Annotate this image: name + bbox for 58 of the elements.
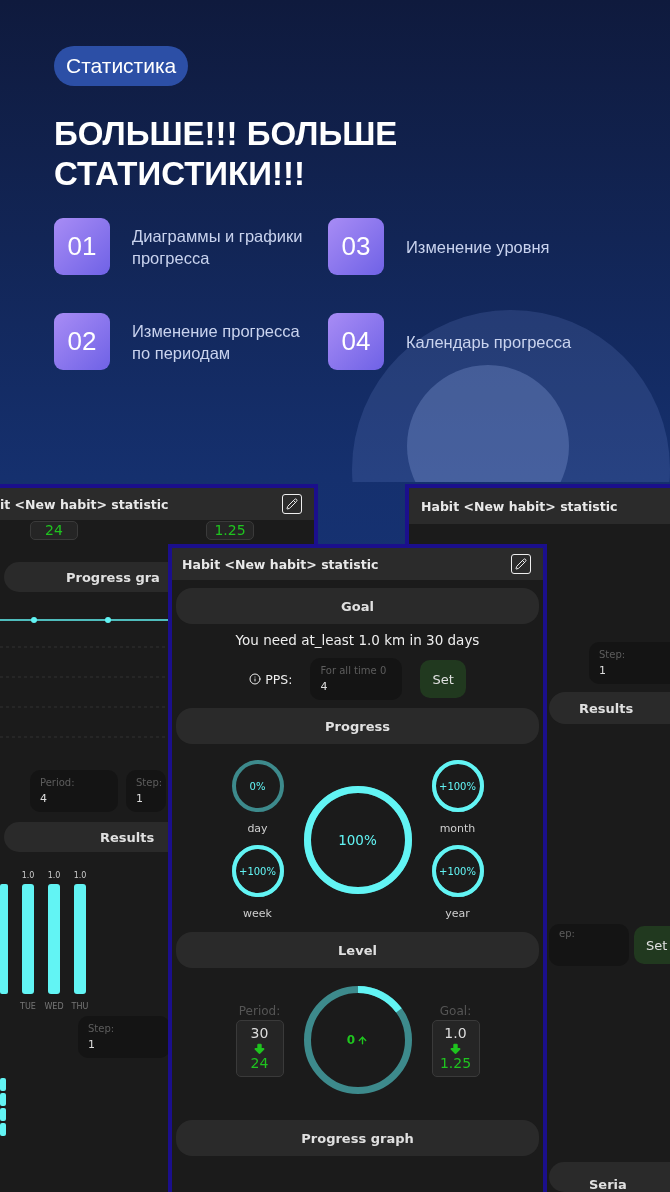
feature-text: Изменение уровня: [406, 236, 551, 258]
feature-text: Изменение прогресса по периодам: [132, 320, 301, 364]
level-value: 0: [346, 1031, 356, 1049]
step-field[interactable]: Step: 1: [589, 642, 670, 684]
feature-text: Календарь прогресса: [406, 331, 573, 353]
ring-value: 0%: [249, 780, 266, 792]
set-button[interactable]: Set: [420, 660, 466, 698]
value-box: 30 24: [235, 1019, 284, 1077]
edit-button[interactable]: [511, 554, 531, 574]
bar-value-label: 1.0: [47, 871, 61, 880]
screen-title: Habit <New habit> statistic: [421, 498, 618, 514]
value-box: 1.0 1.25: [431, 1019, 480, 1077]
section-header: Progress: [176, 708, 539, 744]
feature-number: 01: [54, 218, 110, 275]
bar-value-label: 1.0: [73, 871, 87, 880]
headline: БОЛЬШЕ!!! БОЛЬШЕ СТАТИСТИКИ!!!: [54, 114, 399, 194]
feature-number: 04: [328, 313, 384, 370]
feature-number: 02: [54, 313, 110, 370]
feature-number: 03: [328, 218, 384, 275]
ring-value: +100%: [439, 865, 476, 877]
section-tag: Статистика: [54, 46, 189, 86]
ring-value: 100%: [338, 832, 377, 848]
feature-text: Диаграммы и графики прогресса: [132, 225, 304, 269]
ring-label: year: [445, 907, 470, 920]
ring-value: +100%: [439, 780, 476, 792]
up-arrow-icon: [357, 1034, 369, 1046]
down-arrow-icon: [253, 1041, 266, 1055]
info-icon: [249, 673, 262, 685]
screen-title: it <New habit> statistic: [0, 496, 169, 512]
pps-field[interactable]: For all time 0 4: [310, 658, 403, 700]
set-button[interactable]: Set: [634, 926, 670, 964]
bar-value-label: 1.0: [21, 871, 35, 880]
section-header: Progress graph: [176, 1120, 539, 1156]
ring-value: +100%: [239, 865, 276, 877]
ring-label: day: [247, 822, 268, 835]
axis-label: TUE: [20, 1002, 36, 1011]
section-header: Results: [549, 692, 670, 724]
period-field[interactable]: Period: 4: [30, 770, 118, 812]
ring-label: week: [243, 907, 272, 920]
edit-button[interactable]: [282, 494, 302, 514]
step-field[interactable]: Step: 1: [126, 770, 166, 812]
down-arrow-icon: [449, 1041, 462, 1055]
box-label: Period:: [238, 1003, 281, 1018]
goal-text: You need at_least 1.0 km in 30 days: [235, 632, 480, 648]
section-header: Goal: [176, 588, 539, 624]
pps-label: PPS:: [265, 671, 293, 687]
section-header: Level: [176, 932, 539, 968]
pencil-icon: [515, 558, 527, 570]
section-header: Seria: [549, 1162, 670, 1192]
value-text: 24: [45, 521, 63, 539]
step-field[interactable]: Step: 1: [78, 1016, 170, 1058]
box-label: Goal:: [439, 1003, 472, 1018]
pencil-icon: [286, 498, 298, 510]
value-text: 1.25: [214, 521, 246, 539]
axis-label: WED: [44, 1002, 64, 1011]
bar-chart-drawing: [0, 1078, 8, 1138]
axis-label: THU: [71, 1002, 89, 1011]
ring-label: month: [439, 822, 476, 835]
